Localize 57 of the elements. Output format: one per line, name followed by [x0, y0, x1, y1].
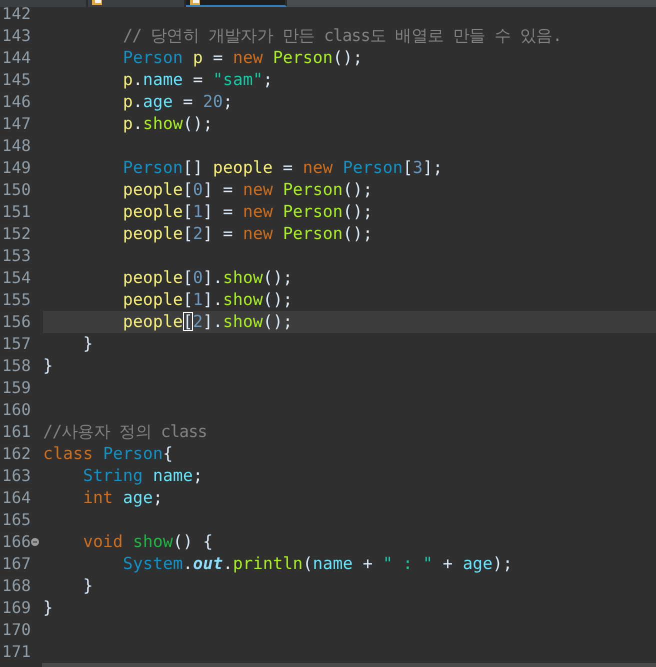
line-number: 144 — [2, 47, 31, 69]
file-icon — [92, 0, 102, 5]
line-number: 153 — [2, 245, 31, 267]
file-icon — [190, 0, 200, 5]
code-line: p.age = 20; — [122, 92, 233, 111]
code-line: class Person{ — [43, 444, 173, 463]
code-line: p.name = "sam"; — [122, 70, 273, 89]
line-number: 165 — [2, 509, 31, 531]
code-line: int age; — [82, 488, 163, 507]
line-number: 149 — [2, 157, 31, 179]
line-number: 167 — [2, 553, 31, 575]
collapse-icon[interactable] — [31, 538, 39, 546]
line-number: 142 — [2, 3, 31, 25]
code-line: people[1] = new Person(); — [122, 202, 373, 221]
line-number: 158 — [2, 355, 31, 377]
line-number: 157 — [2, 333, 31, 355]
code-line: Person[] people = new Person[3]; — [122, 158, 443, 177]
line-number: 170 — [2, 619, 31, 641]
line-number: 163 — [2, 465, 31, 487]
line-number: 160 — [2, 399, 31, 421]
code-line: } — [82, 576, 93, 595]
code-line: } — [43, 356, 53, 375]
line-number: 143 — [2, 25, 31, 47]
code-line: Person p = new Person(); — [122, 48, 363, 67]
line-number: 169 — [2, 597, 31, 619]
line-number: 155 — [2, 289, 31, 311]
line-number: 145 — [2, 69, 31, 91]
line-number: 154 — [2, 267, 31, 289]
code-line: p.show(); — [122, 114, 213, 133]
line-number: 150 — [2, 179, 31, 201]
line-number: 156 — [2, 311, 31, 333]
line-number: 171 — [2, 641, 31, 663]
line-number: 168 — [2, 575, 31, 597]
code-line: people[0] = new Person(); — [122, 180, 373, 199]
code-line: void show() { — [82, 532, 213, 551]
code-line: } — [82, 334, 93, 353]
code-line: System.out.println(name + " : " + age); — [122, 554, 513, 573]
code-line: //사용자 정의 class — [43, 422, 207, 441]
line-number: 147 — [2, 113, 31, 135]
line-number: 151 — [2, 201, 31, 223]
line-number: 159 — [2, 377, 31, 399]
line-number: 166 — [2, 531, 31, 553]
editor-tab[interactable] — [186, 0, 287, 7]
line-number: 152 — [2, 223, 31, 245]
code-line: people[2] = new Person(); — [122, 224, 373, 243]
line-number: 148 — [2, 135, 31, 157]
line-number: 146 — [2, 91, 31, 113]
code-line: } — [43, 598, 53, 617]
code-line: people[2].show(); — [122, 312, 293, 331]
code-line: people[1].show(); — [122, 290, 293, 309]
code-line: String name; — [82, 466, 203, 485]
line-number: 164 — [2, 487, 31, 509]
line-number: 161 — [2, 421, 31, 443]
line-number: 162 — [2, 443, 31, 465]
code-line: people[0].show(); — [122, 268, 293, 287]
editor-tab[interactable] — [88, 0, 186, 7]
code-line: // 당연히 개발자가 만든 class도 배열로 만들 수 있음. — [122, 26, 562, 45]
